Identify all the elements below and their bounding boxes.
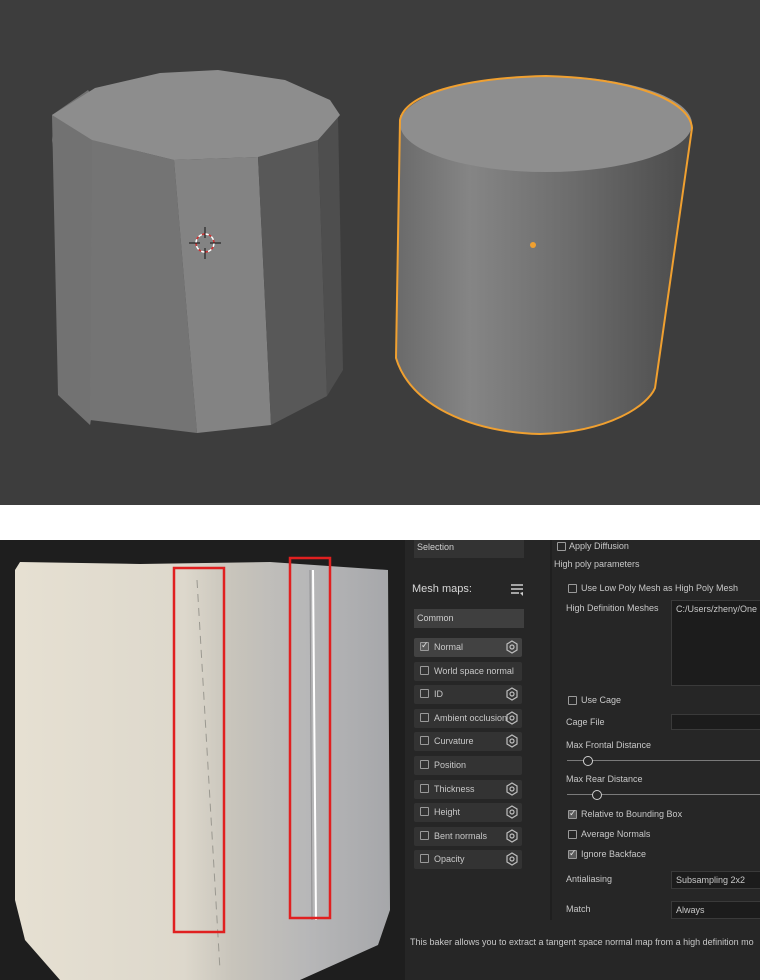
cage-file-label: Cage File [566,717,605,727]
average-normals-checkbox[interactable] [568,830,577,839]
max-frontal-slider[interactable] [567,760,760,761]
mesh-map-label: Curvature [434,736,474,747]
relative-bbox-checkbox[interactable] [568,808,577,819]
mesh-map-label: World space normal [434,665,514,676]
mesh-map-row[interactable]: Ambient occlusion [414,708,522,728]
relative-bbox-label: Relative to Bounding Box [581,809,683,819]
antialiasing-label: Antialiasing [566,874,613,884]
max-rear-label: Max Rear Distance [566,774,643,784]
gear-icon[interactable] [505,687,519,701]
mesh-map-label: Normal [434,642,464,652]
mesh-map-row[interactable]: Curvature [414,732,522,752]
mesh-map-checkbox[interactable] [420,712,429,722]
group-label: Common [417,613,454,623]
ignore-backface-label: Ignore Backface [581,849,647,859]
baked-cylinder [15,556,390,980]
mesh-map-label: Ambient occlusion [434,712,508,723]
max-rear-slider-handle[interactable] [592,790,603,800]
match-label: Match [566,904,591,914]
mesh-map-checkbox[interactable] [420,783,429,793]
apply-diffusion-label: Apply Diffusion [569,541,629,551]
high-poly-header: High poly parameters [554,559,640,569]
mesh-maps-title: Mesh maps: [412,583,472,595]
gear-icon[interactable] [505,640,519,654]
mesh-map-checkbox[interactable] [420,760,429,769]
mesh-map-checkbox[interactable] [420,640,429,651]
selection-label: Selection [417,542,455,552]
mesh-map-row[interactable]: World space normal [414,661,522,681]
baked-mesh-preview[interactable] [0,540,405,980]
average-normals-label: Average Normals [581,829,651,839]
use-cage-label: Use Cage [581,695,622,705]
mesh-map-label: ID [434,689,443,700]
mesh-map-row[interactable]: Bent normals [414,826,522,846]
mesh-map-row[interactable]: Position [414,756,522,775]
gear-icon[interactable] [505,711,519,725]
mesh-map-label: Bent normals [434,830,488,841]
group-dropdown[interactable]: Common [414,609,524,628]
gear-icon[interactable] [505,781,519,796]
faceted-cylinder[interactable] [52,70,343,433]
mesh-map-checkbox[interactable] [420,830,429,840]
match-value: Always [676,905,705,915]
gear-icon[interactable] [505,734,519,749]
mesh-map-checkbox[interactable] [420,665,429,675]
divider [550,540,552,920]
list-menu-icon[interactable] [509,582,525,598]
mesh-map-label: Position [434,760,467,770]
description-area: This baker allows you to extract a tange… [405,923,760,980]
apply-diffusion-checkbox[interactable] [557,542,566,551]
mesh-map-checkbox[interactable] [420,736,429,746]
gear-icon[interactable] [505,805,519,819]
mesh-map-row[interactable]: ID [414,685,522,705]
mesh-map-label: Height [434,807,461,818]
mesh-map-label: Thickness [434,783,475,794]
max-frontal-label: Max Frontal Distance [566,740,652,750]
cage-file-field[interactable] [671,714,760,730]
antialiasing-value: Subsampling 2x2 [676,875,746,885]
gear-icon[interactable] [505,852,519,867]
baker-settings-panel: Selection Mesh maps: Common Normal World … [405,540,760,980]
hd-meshes-label: High Definition Meshes [566,603,659,613]
3d-viewport[interactable] [0,0,760,505]
mesh-map-row[interactable]: Normal [414,638,522,657]
mesh-map-row[interactable]: Opacity [414,850,522,870]
antialiasing-dropdown[interactable]: Subsampling 2x2 [671,871,760,889]
use-low-poly-label: Use Low Poly Mesh as High Poly Mesh [581,583,739,593]
baker-screenshot: Selection Mesh maps: Common Normal World … [0,540,760,980]
hd-meshes-value: C:/Users/zheny/One [676,604,758,614]
viewport-scene [52,70,694,436]
gear-icon[interactable] [505,829,519,843]
hd-meshes-list[interactable]: C:/Users/zheny/One [671,600,760,686]
mesh-map-checkbox[interactable] [420,854,429,864]
mesh-map-row[interactable]: Thickness [414,779,522,799]
mesh-map-row[interactable]: Height [414,803,522,823]
use-low-poly-checkbox[interactable] [568,584,577,593]
ignore-backface-checkbox[interactable] [568,848,577,859]
mesh-map-label: Opacity [434,854,465,865]
smooth-cylinder-selected[interactable] [394,74,694,436]
use-cage-checkbox[interactable] [568,696,577,705]
mesh-map-checkbox[interactable] [420,689,429,699]
baker-description: This baker allows you to extract a tange… [410,937,754,947]
max-frontal-slider-handle[interactable] [582,756,593,766]
mesh-map-checkbox[interactable] [420,807,429,817]
match-dropdown[interactable]: Always [671,901,760,919]
selection-dropdown[interactable]: Selection [414,540,524,558]
